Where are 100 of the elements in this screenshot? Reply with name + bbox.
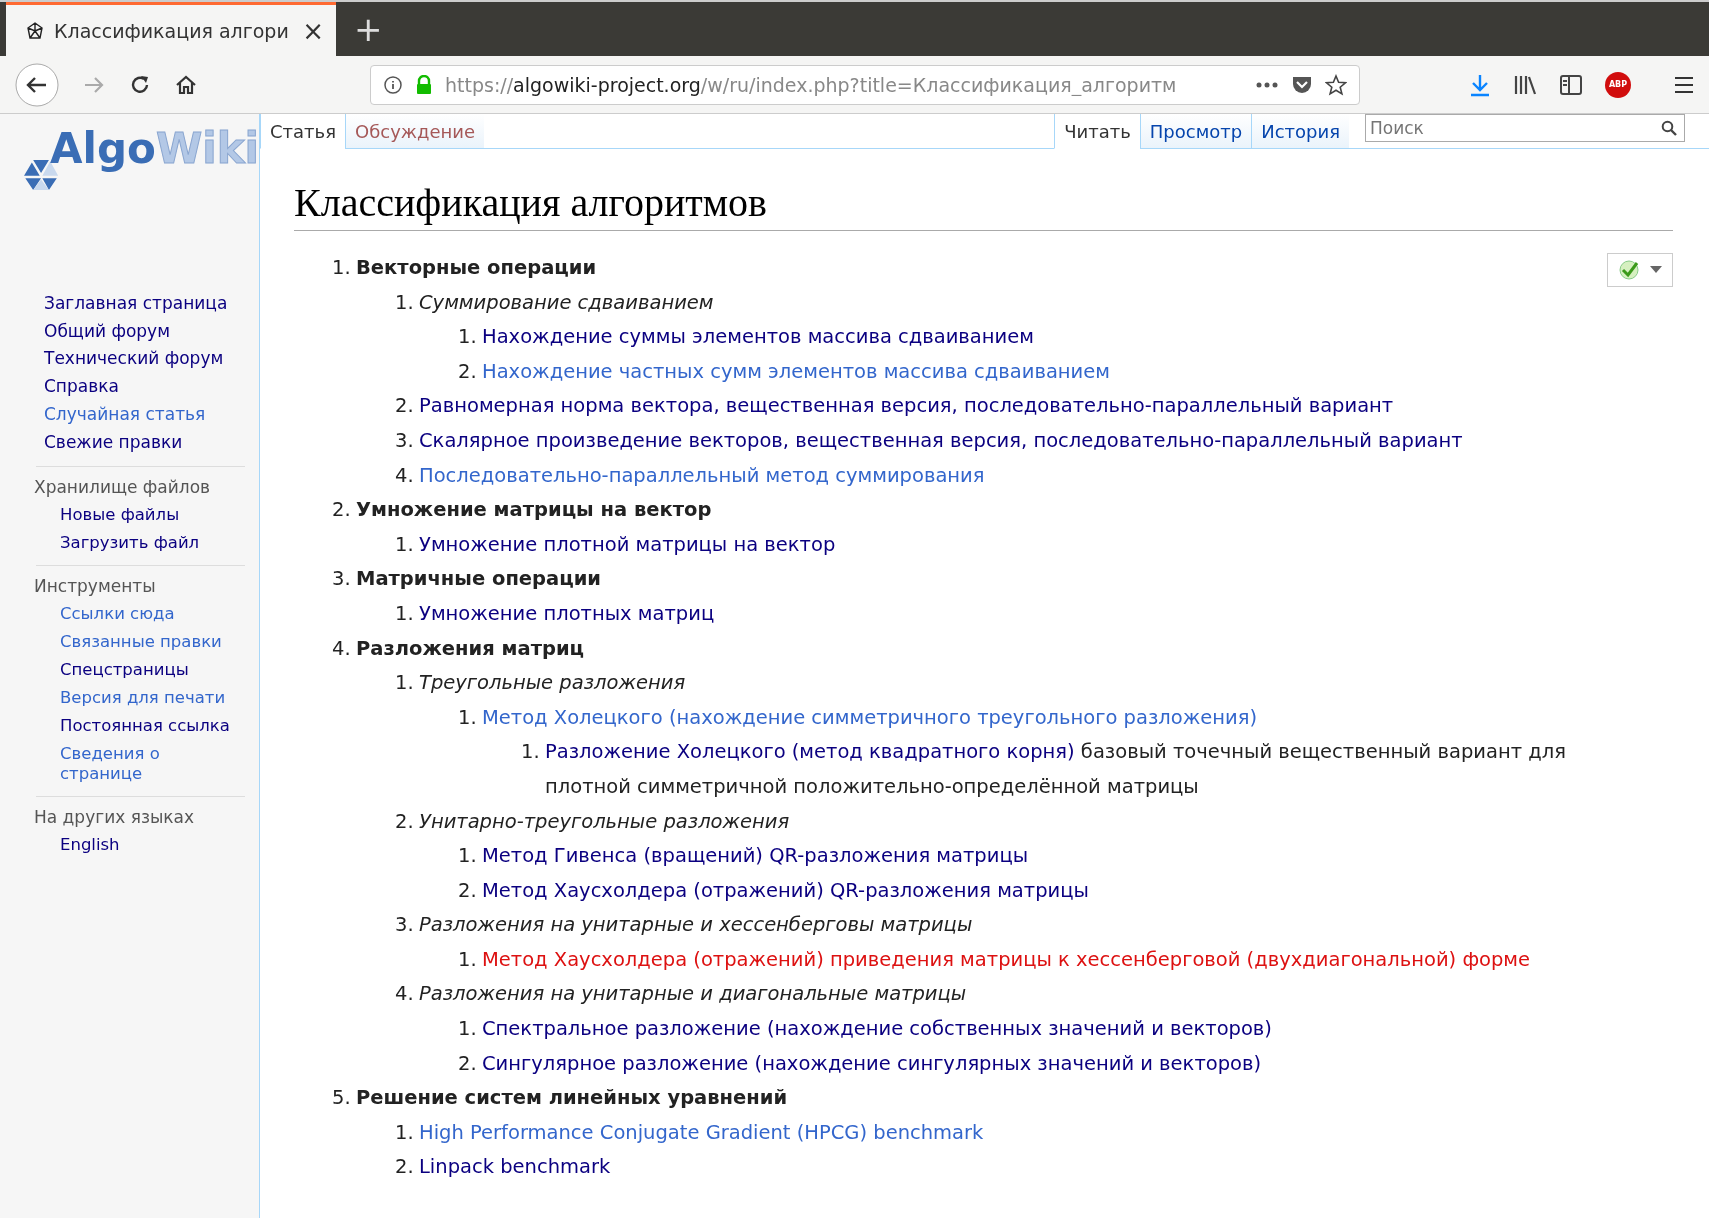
back-icon[interactable]: [14, 61, 60, 108]
article-link[interactable]: Метод Гивенса (вращений) QR-разложения матрицы: [482, 844, 1029, 868]
new-tab-button[interactable]: +: [336, 2, 401, 56]
article-link[interactable]: Метод Хаусхолдера (отражений) QR-разложения матрицы: [482, 878, 1089, 902]
list-number: 2.: [395, 808, 415, 835]
list-number: 1.: [521, 739, 541, 766]
menu-icon[interactable]: [1673, 74, 1695, 95]
article-link[interactable]: Равномерная норма вектора, вещественная версия, последовательно-параллельный вариант: [419, 394, 1394, 418]
section-heading: Матричные операции: [356, 567, 601, 591]
status-dropdown[interactable]: [1607, 253, 1673, 287]
search-field[interactable]: Поиск: [1365, 114, 1685, 142]
address-bar[interactable]: https://algowiki-project.org/w/ru/index.php?title=Классификация_алгоритм: [370, 64, 1360, 105]
list-number: 2.: [458, 1050, 478, 1077]
sidebar-link[interactable]: Связанные правки: [36, 632, 232, 653]
search-icon[interactable]: [1661, 120, 1677, 136]
sidebar-link[interactable]: English: [36, 835, 232, 856]
sidebar-link[interactable]: Сведения о странице: [36, 744, 232, 785]
article-link[interactable]: Linpack benchmark: [419, 1155, 611, 1179]
lock-icon: [415, 74, 433, 95]
sidebar-link[interactable]: Общий форум: [44, 317, 245, 346]
list-number: 1.: [332, 255, 352, 281]
list-number: 4.: [332, 635, 352, 662]
list-number: 1.: [395, 1119, 415, 1146]
list-number: 1.: [395, 600, 415, 627]
checkmark-icon: [1618, 259, 1640, 281]
article-link[interactable]: Спектральное разложение (нахождение собственных значений и векторов): [482, 1017, 1272, 1041]
sidebar-link[interactable]: Справка: [44, 373, 245, 401]
list-number: 2.: [458, 877, 478, 904]
article-link[interactable]: Последовательно-параллельный метод суммирования: [419, 463, 985, 487]
list-item-text: Разложение Холецкого (метод квадратного корня) базовый точечный вещественный вариант для плотной симметричной положительно-определённой матрицы: [545, 740, 1566, 798]
close-tab-button[interactable]: ×: [302, 15, 324, 46]
list-number: 1.: [395, 531, 415, 558]
list-number: 3.: [332, 566, 352, 593]
list-number: 1.: [458, 843, 478, 870]
section-heading: Решение систем линейных уравнений: [356, 1086, 788, 1110]
list-number: 2.: [395, 1154, 415, 1181]
article-link[interactable]: Разложение Холецкого (метод квадратного корня): [545, 740, 1075, 764]
list-number: 1.: [458, 946, 478, 973]
sidebar-link[interactable]: Спецстраницы: [36, 660, 232, 681]
site-logo[interactable]: AlgoWiki: [24, 124, 259, 290]
sidebar-heading: Инструменты: [34, 575, 157, 599]
polyhedron-icon: [26, 21, 44, 40]
sidebar-link[interactable]: Заглавная страница: [44, 290, 245, 318]
group-heading: Суммирование сдваиванием: [419, 290, 714, 314]
view-tab[interactable]: Просмотр: [1139, 114, 1252, 148]
page-tab[interactable]: Обсуждение: [345, 114, 485, 148]
view-tab[interactable]: История: [1251, 114, 1349, 148]
list-number: 1.: [395, 289, 415, 316]
adblock-icon[interactable]: ABP: [1605, 71, 1631, 98]
view-tab[interactable]: Читать: [1054, 114, 1140, 149]
list-number: 2.: [395, 393, 415, 420]
sidebar-link[interactable]: Технический форум: [44, 345, 245, 374]
list-number: 3.: [395, 912, 415, 939]
page-tab[interactable]: Статья: [260, 114, 345, 149]
list-number: 2.: [332, 497, 352, 524]
sidebar-link[interactable]: Новые файлы: [36, 505, 232, 526]
list-number: 2.: [458, 358, 478, 385]
sidebar-link[interactable]: Постоянная ссылка: [36, 716, 232, 737]
article-link[interactable]: Нахождение частных сумм элементов массива сдваиванием: [482, 359, 1110, 383]
tab-title: Классификация алгори: [54, 19, 290, 42]
more-icon[interactable]: [1255, 80, 1279, 89]
caret-icon: [1650, 266, 1662, 274]
group-heading: Треугольные разложения: [419, 671, 686, 695]
sidebar-link[interactable]: Случайная статья: [44, 400, 245, 429]
sidebar-heading: Хранилище файлов: [34, 476, 212, 500]
list-number: 4.: [395, 981, 415, 1008]
article-link[interactable]: Метод Холецкого (нахождение симметричного треугольного разложения): [482, 705, 1257, 729]
sidebar-link[interactable]: Версия для печати: [36, 688, 232, 709]
pocket-icon[interactable]: [1291, 74, 1313, 95]
group-heading: Унитарно-треугольные разложения: [419, 809, 790, 833]
article-link[interactable]: Метод Хаусхолдера (отражений) приведения матрицы к хессенберговой (двухдиагональной) форме: [482, 947, 1531, 971]
sidebar-icon[interactable]: [1559, 73, 1583, 96]
list-number: 5.: [332, 1085, 352, 1112]
section-heading: Векторные операции: [356, 256, 597, 279]
group-heading: Разложения на унитарные и диагональные матрицы: [419, 982, 967, 1006]
section-heading: Умножение матрицы на вектор: [356, 498, 712, 522]
sidebar-heading: На других языках: [34, 806, 196, 830]
group-heading: Разложения на унитарные и хессенберговы матрицы: [419, 913, 973, 937]
library-icon[interactable]: [1513, 73, 1537, 96]
article-link[interactable]: High Performance Conjugate Gradient (HPCG) benchmark: [419, 1120, 984, 1144]
sidebar-link[interactable]: Ссылки сюда: [36, 604, 232, 625]
list-number: 3.: [395, 427, 415, 454]
info-icon[interactable]: [383, 74, 403, 95]
browser-tab[interactable]: Классификация алгори ×: [6, 2, 336, 56]
list-number: 1.: [458, 1016, 478, 1043]
list-number: 1.: [458, 324, 478, 351]
article-link[interactable]: Сингулярное разложение (нахождение сингулярных значений и векторов): [482, 1051, 1262, 1075]
sidebar-link[interactable]: Свежие правки: [44, 428, 245, 457]
article-link[interactable]: Скалярное произведение векторов, вещественная версия, последовательно-параллельный вариант: [419, 428, 1463, 452]
list-number: 1.: [458, 704, 478, 731]
article-link[interactable]: Умножение плотных матриц: [419, 601, 715, 625]
page-title: Классификация алгоритмов: [294, 179, 768, 226]
url-text: https://algowiki-project.org/w/ru/index.php?title=Классификация_алгоритм: [445, 73, 1178, 96]
download-icon[interactable]: [1469, 72, 1491, 97]
sidebar-link[interactable]: Загрузить файл: [36, 533, 232, 554]
article-link[interactable]: Нахождение суммы элементов массива сдваиванием: [482, 325, 1034, 349]
article-link[interactable]: Умножение плотной матрицы на вектор: [419, 532, 836, 556]
star-icon[interactable]: [1325, 73, 1347, 96]
list-number: 1.: [395, 670, 415, 697]
section-heading: Разложения матриц: [356, 636, 584, 660]
